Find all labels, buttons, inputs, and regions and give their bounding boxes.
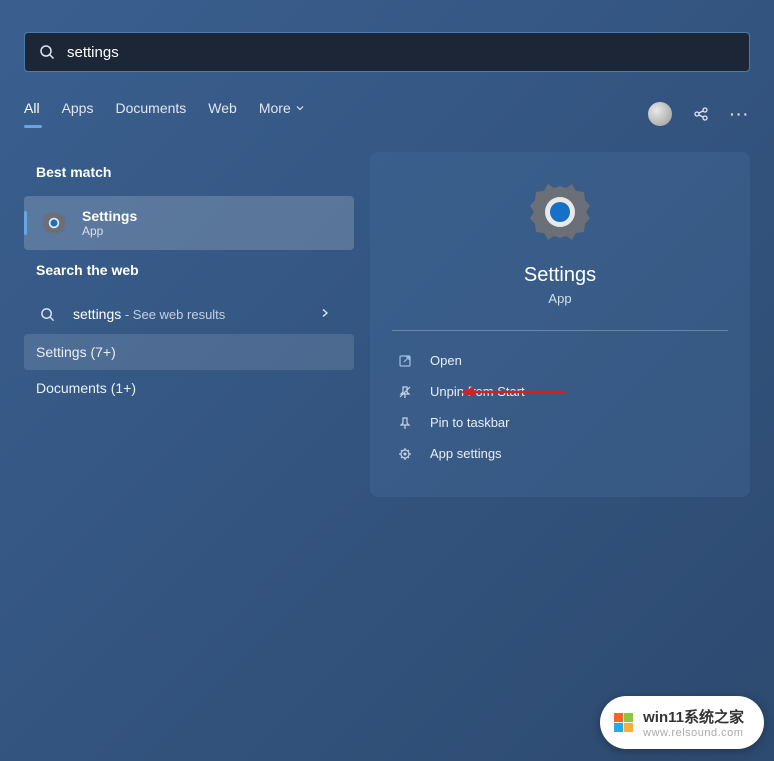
unpin-action[interactable]: Unpin from Start — [392, 376, 728, 407]
more-options-icon[interactable]: ··· — [730, 106, 750, 122]
preview-subtitle: App — [548, 291, 571, 306]
best-match-result[interactable]: Settings App — [24, 196, 354, 250]
gear-icon — [40, 209, 68, 237]
search-box[interactable] — [24, 32, 750, 72]
documents-category-row[interactable]: Documents (1+) — [24, 370, 354, 406]
web-search-result[interactable]: settings - See web results — [24, 294, 354, 334]
open-action[interactable]: Open — [392, 345, 728, 376]
tab-more[interactable]: More — [259, 100, 305, 128]
gear-icon — [528, 180, 592, 244]
pin-taskbar-action[interactable]: Pin to taskbar — [392, 407, 728, 438]
filter-tabs-row: All Apps Documents Web More ··· — [0, 92, 774, 136]
search-icon — [39, 44, 55, 60]
preview-panel: Settings App Open Unpin from Start — [370, 152, 750, 497]
share-icon[interactable] — [692, 105, 710, 123]
search-web-header: Search the web — [24, 250, 354, 290]
watermark-title: win11系统之家 — [643, 706, 744, 727]
tab-documents[interactable]: Documents — [115, 100, 186, 128]
settings-category-row[interactable]: Settings (7+) — [24, 334, 354, 370]
tab-apps[interactable]: Apps — [62, 100, 94, 128]
tab-more-label: More — [259, 100, 291, 116]
results-panel: Best match Settings App Search the web — [24, 152, 354, 497]
tab-web[interactable]: Web — [208, 100, 237, 128]
open-icon — [396, 354, 414, 368]
web-result-suffix: - See web results — [121, 307, 225, 322]
chevron-right-icon — [320, 305, 330, 323]
app-settings-label: App settings — [430, 446, 502, 461]
web-result-term: settings — [73, 306, 121, 322]
search-icon — [40, 307, 55, 322]
result-title: Settings — [82, 208, 137, 224]
divider — [392, 330, 728, 331]
watermark: win11系统之家 www.relsound.com — [600, 696, 764, 749]
chevron-down-icon — [295, 103, 305, 113]
avatar[interactable] — [648, 102, 672, 126]
unpin-icon — [396, 385, 414, 399]
open-label: Open — [430, 353, 462, 368]
best-match-header: Best match — [24, 152, 354, 192]
unpin-label: Unpin from Start — [430, 384, 525, 399]
gear-icon — [396, 447, 414, 461]
search-input[interactable] — [67, 44, 735, 61]
tab-all[interactable]: All — [24, 100, 40, 128]
result-subtitle: App — [82, 224, 137, 238]
pin-taskbar-label: Pin to taskbar — [430, 415, 510, 430]
watermark-logo — [614, 713, 633, 732]
pin-icon — [396, 416, 414, 430]
app-settings-action[interactable]: App settings — [392, 438, 728, 469]
preview-title: Settings — [524, 264, 596, 287]
